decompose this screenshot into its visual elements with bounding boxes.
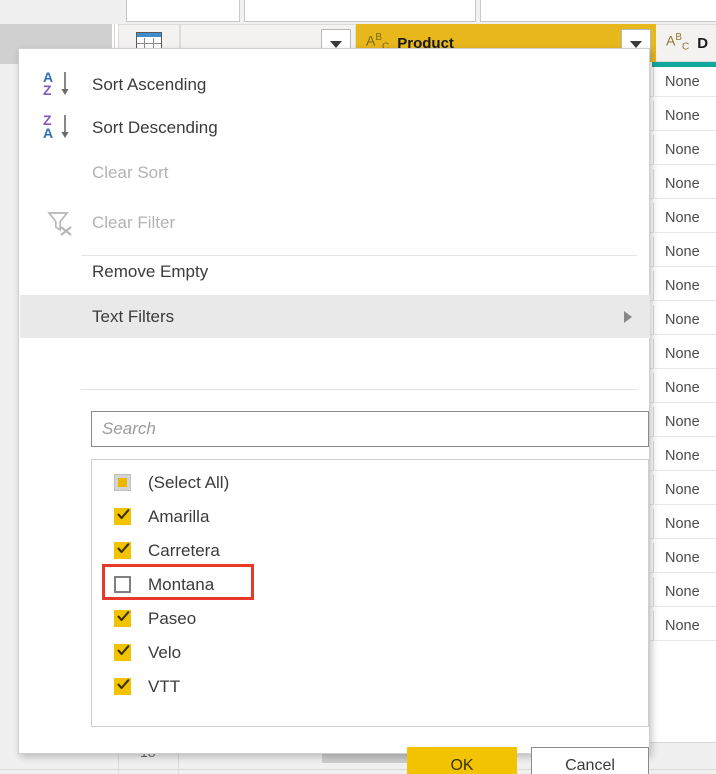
formula-box-left[interactable] bbox=[126, 0, 240, 22]
menu-item-sort-descending[interactable]: Z A Sort Descending bbox=[20, 106, 650, 149]
table-cell[interactable]: None bbox=[655, 305, 716, 335]
menu-divider-bottom bbox=[81, 389, 637, 390]
table-cell-value: None bbox=[665, 617, 700, 634]
menu-item-clear-sort: Clear Sort bbox=[20, 151, 650, 194]
checkbox-checked-icon[interactable] bbox=[114, 508, 131, 525]
chevron-right-icon bbox=[624, 310, 632, 323]
checklist-item-select-all[interactable]: (Select All) bbox=[92, 466, 648, 500]
table-cell[interactable]: None bbox=[655, 543, 716, 573]
table-cell-value: None bbox=[665, 379, 700, 396]
checklist-item-paseo[interactable]: Paseo bbox=[92, 602, 648, 636]
sort-az-icon: AZ bbox=[38, 63, 82, 106]
table-cell-value: None bbox=[665, 73, 700, 90]
search-placeholder: Search bbox=[102, 419, 156, 438]
checklist-item-velo[interactable]: Velo bbox=[92, 636, 648, 670]
checklist-item-label: Montana bbox=[148, 575, 215, 594]
table-cell-value: None bbox=[665, 583, 700, 600]
sort-za-icon: ZA bbox=[38, 106, 82, 149]
checkbox-unchecked-icon[interactable] bbox=[114, 576, 131, 593]
checklist-item-carretera[interactable]: Carretera bbox=[92, 534, 648, 568]
menu-item-clear-filter: Clear Filter bbox=[20, 201, 650, 244]
table-cell-value: None bbox=[665, 277, 700, 294]
table-cell-value: None bbox=[665, 413, 700, 430]
table-cell[interactable]: None bbox=[655, 509, 716, 539]
table-cell[interactable]: None bbox=[655, 169, 716, 199]
table-cell-value: None bbox=[665, 515, 700, 532]
menu-item-label: Clear Sort bbox=[92, 162, 169, 182]
checkbox-indeterminate-icon[interactable] bbox=[114, 474, 131, 491]
table-cell[interactable]: None bbox=[655, 271, 716, 301]
checklist-item-amarilla[interactable]: Amarilla bbox=[92, 500, 648, 534]
table-cell[interactable]: None bbox=[655, 101, 716, 131]
table-cell-value: None bbox=[665, 345, 700, 362]
table-cell-value: None bbox=[665, 447, 700, 464]
checklist-item-vtt[interactable]: VTT bbox=[92, 670, 648, 704]
checkbox-checked-icon[interactable] bbox=[114, 644, 131, 661]
chevron-down-icon bbox=[630, 40, 642, 48]
value-checklist[interactable]: (Select All) Amarilla Carretera Montana Pase… bbox=[91, 459, 649, 727]
checkbox-checked-icon[interactable] bbox=[114, 542, 131, 559]
table-cell-value: None bbox=[665, 243, 700, 260]
menu-item-label: Text Filters bbox=[92, 306, 175, 326]
screen-root: ABC Product ABC D NoneNoneNoneNoneNoneNo… bbox=[0, 0, 716, 774]
checklist-item-label: (Select All) bbox=[148, 473, 230, 492]
table-cell[interactable]: None bbox=[655, 67, 716, 97]
table-cell[interactable]: None bbox=[655, 339, 716, 369]
filter-dropdown-panel: A Z Sort Ascending Z A Sort Descending Clear S… bbox=[18, 48, 650, 774]
table-cell[interactable]: None bbox=[655, 407, 716, 437]
checkbox-checked-icon[interactable] bbox=[114, 678, 131, 695]
checklist-item-label: Velo bbox=[148, 643, 182, 662]
menu-item-sort-ascending[interactable]: A Z Sort Ascending bbox=[20, 63, 650, 106]
table-cell[interactable]: None bbox=[655, 611, 716, 641]
clear-filter-icon bbox=[38, 201, 82, 244]
menu-item-text-filters[interactable]: Text Filters bbox=[20, 295, 650, 338]
table-cell-value: None bbox=[665, 175, 700, 192]
ok-button[interactable]: OK bbox=[407, 747, 517, 774]
formula-box-right[interactable] bbox=[480, 0, 716, 22]
cancel-button[interactable]: Cancel bbox=[531, 747, 649, 774]
menu-item-label: Sort Descending bbox=[92, 117, 218, 137]
table-cell[interactable]: None bbox=[655, 237, 716, 267]
search-input[interactable]: Search bbox=[91, 411, 649, 447]
chevron-down-icon bbox=[330, 40, 342, 48]
table-cell[interactable]: None bbox=[655, 135, 716, 165]
checklist-item-label: Paseo bbox=[148, 609, 197, 628]
table-cell[interactable]: None bbox=[655, 373, 716, 403]
checklist-item-label: Amarilla bbox=[148, 507, 210, 526]
table-cell[interactable]: None bbox=[655, 475, 716, 505]
table-cell-value: None bbox=[665, 311, 700, 328]
menu-item-label: Clear Filter bbox=[92, 212, 176, 232]
table-cell[interactable]: None bbox=[655, 441, 716, 471]
menu-divider-top bbox=[81, 255, 637, 256]
table-cell-value: None bbox=[665, 141, 700, 158]
menu-item-remove-empty[interactable]: Remove Empty bbox=[20, 250, 650, 293]
text-type-icon: ABC bbox=[666, 32, 690, 53]
checklist-item-label: Carretera bbox=[148, 541, 220, 560]
checklist-item-montana[interactable]: Montana bbox=[92, 568, 648, 602]
column-header-next-label: D bbox=[697, 34, 709, 52]
table-cell-value: None bbox=[665, 107, 700, 124]
checklist-item-label: VTT bbox=[148, 677, 181, 696]
menu-item-label: Remove Empty bbox=[92, 261, 209, 281]
table-cell-value: None bbox=[665, 209, 700, 226]
column-header-next[interactable]: ABC D bbox=[656, 24, 716, 62]
menu-item-label: Sort Ascending bbox=[92, 74, 207, 94]
table-cell-value: None bbox=[665, 481, 700, 498]
formula-box-mid[interactable] bbox=[244, 0, 476, 22]
table-cell[interactable]: None bbox=[655, 203, 716, 233]
table-cell[interactable]: None bbox=[655, 577, 716, 607]
table-cell-value: None bbox=[665, 549, 700, 566]
checkbox-checked-icon[interactable] bbox=[114, 610, 131, 627]
